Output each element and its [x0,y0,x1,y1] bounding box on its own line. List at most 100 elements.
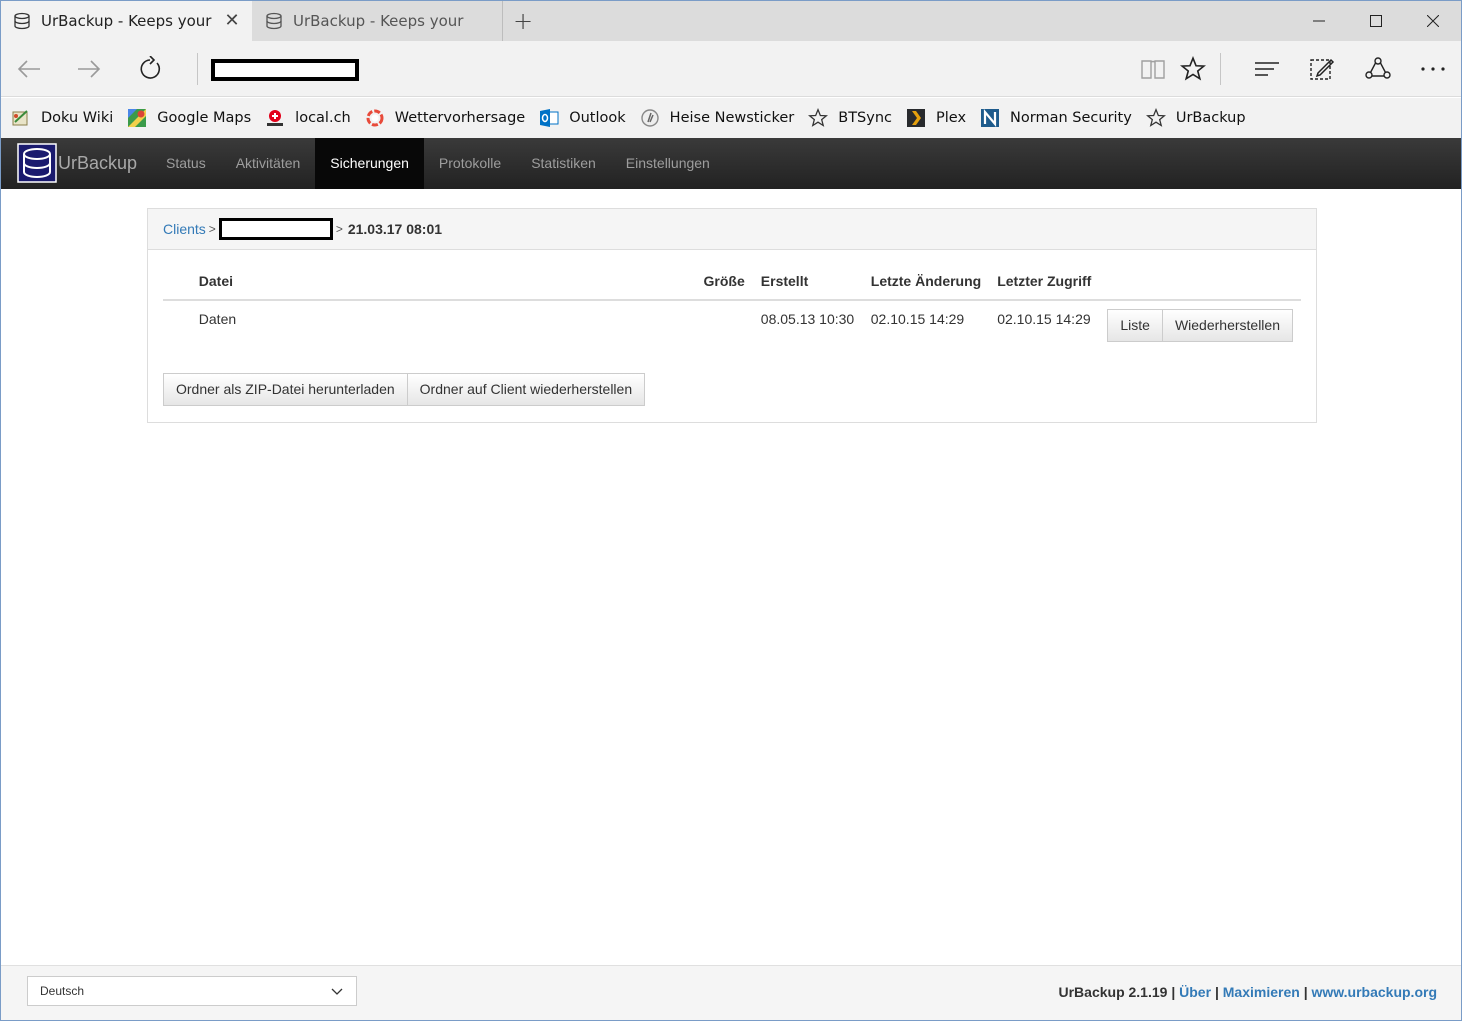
favorite-local-ch[interactable]: local.ch [265,108,351,128]
nav-sicherungen[interactable]: Sicherungen [315,138,424,189]
breadcrumb-separator: > [335,222,343,236]
close-icon[interactable]: ✕ [222,11,242,31]
footer-separator: | [1171,984,1176,1000]
nav-statistiken[interactable]: Statistiken [516,138,611,189]
download-zip-button[interactable]: Ordner als ZIP-Datei herunterladen [163,373,408,406]
nav-protokolle[interactable]: Protokolle [424,138,516,189]
close-icon [1427,15,1439,27]
favorite-plex[interactable]: Plex [906,108,966,128]
cell-size [671,300,753,350]
star-icon [1180,56,1206,81]
restore-button[interactable]: Wiederherstellen [1161,309,1293,342]
favorite-label: Google Maps [157,110,252,126]
favorite-label: local.ch [295,110,351,126]
header-modified[interactable]: Letzte Änderung [862,269,990,301]
breadcrumb-current: 21.03.17 08:01 [347,221,443,237]
favorite-label: Outlook [569,110,626,126]
localch-icon [265,108,285,128]
web-note-button[interactable] [1302,51,1342,87]
version-text: UrBackup 2.1.19 [1058,984,1168,1000]
language-select[interactable]: Deutsch [27,976,357,1006]
footer-separator: | [1303,984,1308,1000]
star-icon [808,108,829,128]
browser-nav-bar [1,41,1461,97]
maximize-icon [1370,15,1382,27]
restore-to-client-button[interactable]: Ordner auf Client wiederherstellen [406,373,646,406]
browser-window: UrBackup - Keeps your data ✕ UrBackup - … [0,0,1462,1021]
redacted-client-name[interactable] [218,218,333,240]
plex-icon [906,108,926,128]
app-footer: Deutsch UrBackup 2.1.19 | Über | Maximie… [1,965,1461,1020]
hub-button[interactable] [1247,51,1287,87]
backup-panel: Clients > > 21.03.17 08:01 Datei Größe E… [147,208,1317,423]
table-header-row: Datei Größe Erstellt Letzte Änderung Let… [163,269,1301,301]
hub-icon [1255,62,1279,76]
tab-title: UrBackup - Keeps your data [41,12,213,30]
share-icon [1365,57,1391,79]
new-tab-button[interactable]: + [509,6,537,36]
favorite-outlook[interactable]: Outlook [539,108,626,128]
minimize-button[interactable] [1291,1,1347,41]
more-button[interactable] [1413,51,1453,87]
website-link[interactable]: www.urbackup.org [1312,984,1438,1000]
maximize-link[interactable]: Maximieren [1223,984,1300,1000]
database-icon [14,12,30,30]
refresh-icon [140,56,161,79]
header-spacer [163,269,191,301]
about-link[interactable]: Über [1179,984,1211,1000]
tab-strip: UrBackup - Keeps your data ✕ UrBackup - … [1,1,1461,41]
favorite-doku-wiki[interactable]: Doku Wiki [11,108,113,128]
favorite-label: Wettervorhersage [394,110,526,126]
cell-actions: Liste Wiederherstellen [1099,300,1301,350]
header-created[interactable]: Erstellt [752,269,863,301]
app-navbar: UrBackup Status Aktivitäten Sicherungen … [1,138,1461,189]
favorite-label: Heise Newsticker [669,110,795,126]
nav-einstellungen[interactable]: Einstellungen [611,138,725,189]
app-brand[interactable]: UrBackup [58,138,137,189]
reading-view-button[interactable] [1133,51,1173,87]
cell-file[interactable]: Daten [191,300,671,350]
favorite-heise-newsticker[interactable]: Heise Newsticker [640,108,795,128]
favorite-button[interactable] [1173,51,1213,87]
forward-arrow-icon [78,60,101,78]
tab-title: UrBackup - Keeps your data [293,12,465,30]
maximize-button[interactable] [1348,1,1404,41]
database-icon [266,12,282,30]
favorite-google-maps[interactable]: Google Maps [127,108,251,128]
tab-urbackup-active[interactable]: UrBackup - Keeps your data ✕ [1,1,252,41]
breadcrumb-clients-link[interactable]: Clients [163,221,206,237]
address-separator [197,53,198,85]
favorite-btsync[interactable]: BTSync [808,108,892,128]
folder-actions: Ordner als ZIP-Datei herunterladen Ordne… [163,373,646,406]
breadcrumb: Clients > > 21.03.17 08:01 [148,209,1316,250]
tab-urbackup-inactive[interactable]: UrBackup - Keeps your data [253,1,503,41]
chevron-down-icon [331,988,343,995]
toolbar-separator [1220,53,1221,85]
header-accessed[interactable]: Letzter Zugriff [989,269,1100,301]
nav-status[interactable]: Status [151,138,221,189]
header-file[interactable]: Datei [190,269,672,301]
favorite-norman-security[interactable]: Norman Security [980,108,1132,128]
outlook-icon [539,108,559,128]
row-action-group: Liste Wiederherstellen [1107,309,1293,342]
window-close-button[interactable] [1405,1,1461,41]
address-bar[interactable] [211,59,359,81]
favorite-label: Doku Wiki [41,110,114,126]
cell-created: 08.05.13 10:30 [760,311,855,327]
header-size[interactable]: Größe [671,269,753,301]
breadcrumb-separator: > [208,222,216,236]
pen-icon [1310,58,1335,80]
forward-button[interactable] [69,51,109,87]
list-button[interactable]: Liste [1107,309,1163,342]
favorite-label: Plex [936,110,967,126]
nav-aktivitaeten[interactable]: Aktivitäten [221,138,316,189]
star-icon [1145,108,1166,128]
row-spacer [163,300,191,350]
refresh-button[interactable] [130,51,170,87]
favorite-label: UrBackup [1175,110,1246,126]
share-button[interactable] [1358,51,1398,87]
favorite-urbackup[interactable]: UrBackup [1145,108,1246,128]
favorite-wettervorhersage[interactable]: Wettervorhersage [365,108,525,128]
header-actions [1099,269,1301,301]
back-button[interactable] [9,51,49,87]
